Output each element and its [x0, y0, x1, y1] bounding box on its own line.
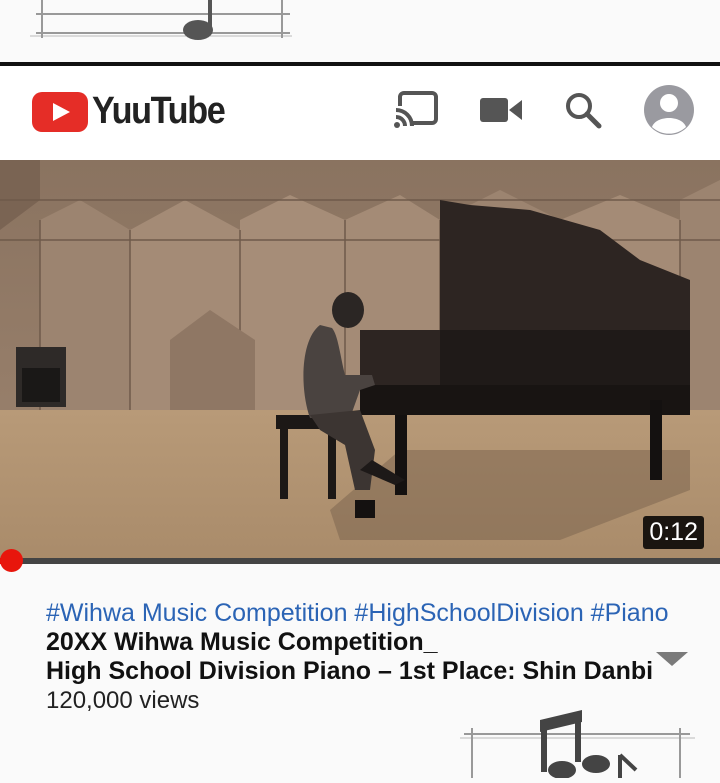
app-logo[interactable]: YuuTube — [32, 90, 239, 133]
play-logo-icon — [32, 91, 88, 132]
search-icon[interactable] — [555, 82, 611, 138]
app-name: YuuTube — [92, 90, 226, 132]
video-thumbnail — [0, 160, 720, 562]
expand-description-icon[interactable] — [656, 652, 688, 666]
music-note-illustration — [30, 0, 292, 40]
video-metadata: #Wihwa Music Competition #HighSchoolDivi… — [46, 598, 706, 715]
video-duration-badge: 0:12 — [643, 516, 704, 549]
cast-icon[interactable] — [388, 82, 444, 138]
app-header: YuuTube — [0, 66, 720, 160]
comic-panel-top-art — [0, 0, 720, 62]
avatar-icon[interactable] — [641, 82, 697, 138]
music-notes-illustration — [460, 710, 695, 779]
video-camera-icon[interactable] — [473, 82, 529, 138]
video-player[interactable] — [0, 160, 720, 562]
comic-panel-bottom-art — [450, 700, 720, 779]
video-title-line1: 20XX Wihwa Music Competition_ — [46, 628, 438, 656]
scrub-handle[interactable] — [0, 549, 23, 572]
video-hashtags[interactable]: #Wihwa Music Competition #HighSchoolDivi… — [46, 598, 706, 628]
video-title-line2: High School Division Piano – 1st Place: … — [46, 657, 654, 685]
progress-bar[interactable] — [0, 558, 720, 564]
